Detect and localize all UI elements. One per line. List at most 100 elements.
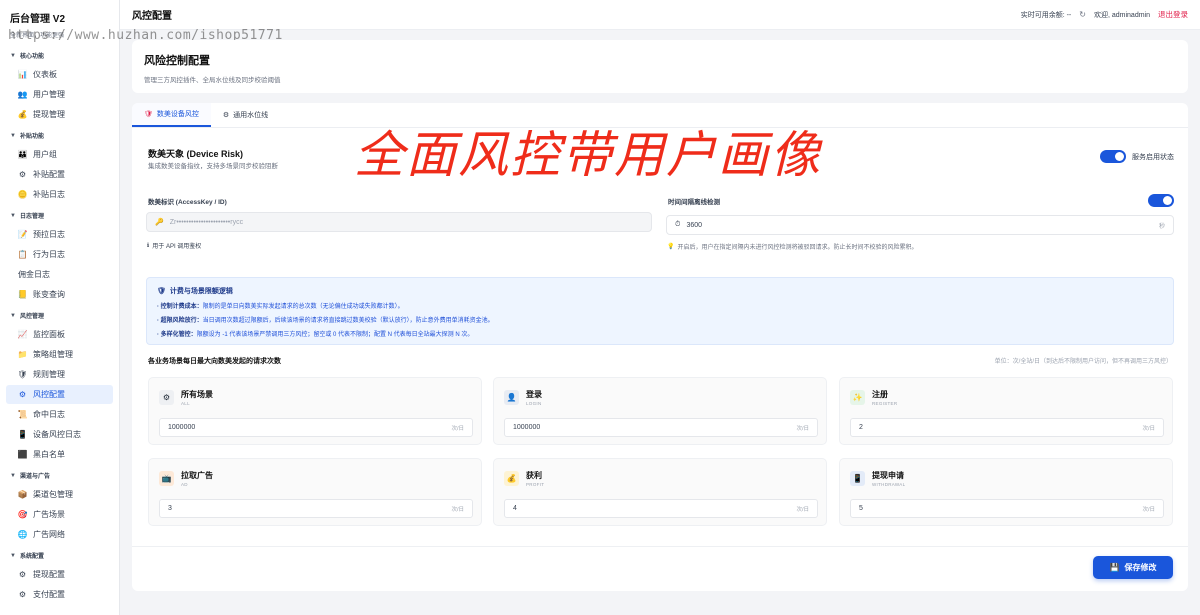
sidebar-item-label: 广告场景 <box>33 510 65 519</box>
sidebar-item-label: 策略组管理 <box>33 350 73 359</box>
notice-line-bold: · 控制计费成本： <box>157 304 203 310</box>
scene-limit-input[interactable]: 3 次/日 <box>159 499 473 518</box>
scene-limit-input[interactable]: 1000000 次/日 <box>504 418 818 437</box>
nav-group-label: 渠道与广告 <box>19 474 50 480</box>
trend-icon: 📈 <box>17 330 28 339</box>
scene-name: 登录 <box>526 390 542 399</box>
sidebar-item-commission-log[interactable]: 佣金日志 <box>6 265 113 284</box>
sidebar-item-label: 补贴配置 <box>33 170 65 179</box>
sidebar-item-balance-query[interactable]: 📒 账变查询 <box>6 285 113 304</box>
scene-code: REGISTER <box>872 401 898 406</box>
sidebar-item-label: 黑白名单 <box>33 450 65 459</box>
topbar-right: 实时可用余额: -- ↻ 欢迎, adminadmin 退出登录 <box>1021 9 1188 20</box>
refresh-icon[interactable]: ↻ <box>1079 10 1086 19</box>
interval-label: 时间间隔离线检测 <box>668 199 720 206</box>
group-icon: 👪 <box>17 150 28 159</box>
scene-name: 注册 <box>872 390 888 399</box>
sidebar-item-risk-config[interactable]: ⚙ 风控配置 <box>6 385 113 404</box>
logout-link[interactable]: 退出登录 <box>1158 9 1188 20</box>
clipboard-icon: 📋 <box>17 250 28 259</box>
service-enable-switch[interactable] <box>1100 150 1126 163</box>
sidebar-item-monitor[interactable]: 📈 监控面板 <box>6 325 113 344</box>
scene-limit-suffix: 次/日 <box>451 425 464 432</box>
sidebar-item-label: 规则管理 <box>33 370 65 379</box>
nav-group-system[interactable]: ▼ 系统配置 <box>0 545 119 564</box>
access-key-field[interactable]: 🔑 Zr••••••••••••••••••••••rycc <box>146 212 652 232</box>
header-subtitle: 管理三方风控插件、全局水位线及同步校验阈值 <box>144 77 281 84</box>
scene-limit-suffix: 次/日 <box>1142 506 1155 513</box>
nav-group-risk[interactable]: ▼ 风控管理 <box>0 305 119 324</box>
sidebar-item-label: 支付配置 <box>33 590 65 599</box>
nav-group-logs[interactable]: ▼ 日志管理 <box>0 205 119 224</box>
sidebar-item-label: 补贴日志 <box>33 190 65 199</box>
sidebar-item-channel-packages[interactable]: 📦 渠道包管理 <box>6 485 113 504</box>
sidebar: 后台管理 V2 全新界面，功能更强 ▼ 核心功能 📊 仪表板 👥 用户管理 💰 提现管理… <box>0 0 120 615</box>
bulb-icon: 💡 <box>667 244 675 250</box>
scene-limit-input[interactable]: 2 次/日 <box>850 418 1164 437</box>
sidebar-item-payment-config[interactable]: ⚙ 支付配置 <box>6 585 113 604</box>
sidebar-item-user-groups[interactable]: 👪 用户组 <box>6 145 113 164</box>
limits-unit-note: 单位：次/全站/日（到达后不限制用户访问，但不再调用三方风控） <box>994 359 1172 365</box>
notice-line-text: 限额设为 -1 代表该场景严禁调用三方风控；留空或 0 代表不限制；配置 N 代… <box>196 332 474 338</box>
brand-title: 后台管理 V2 <box>10 14 66 25</box>
notice-line-text: 当日调用次数超过限额后，后续该场景的请求将直接跳过数美校验（默认放行），防止意外… <box>202 318 494 324</box>
phone-icon: 📱 <box>17 430 28 439</box>
header-card: 风险控制配置 管理三方风控插件、全局水位线及同步校验阈值 <box>132 40 1188 93</box>
sidebar-item-label: 风控配置 <box>33 390 65 399</box>
nav-group-label: 系统配置 <box>19 554 44 560</box>
save-button[interactable]: 💾 保存修改 <box>1093 556 1173 579</box>
scene-limit-value: 5 <box>859 505 863 512</box>
interval-switch[interactable] <box>1148 194 1174 207</box>
sidebar-item-strategy-groups[interactable]: 📁 策略组管理 <box>6 345 113 364</box>
scene-limit-value: 1000000 <box>168 424 196 431</box>
sidebar-item-ad-networks[interactable]: 🌐 广告网络 <box>6 525 113 544</box>
sidebar-item-device-risk-log[interactable]: 📱 设备风控日志 <box>6 425 113 444</box>
user-icon: 👤 <box>504 390 519 405</box>
notice-line-text: 限制的是单日向数美实际发起请求的总次数（无论偏住成功或失败都计数）。 <box>202 304 404 310</box>
hint-text: 用于 API 调用鉴权 <box>152 244 202 250</box>
caret-down-icon: ▼ <box>10 552 16 559</box>
gear-icon: ⚙ <box>18 170 27 179</box>
scene-code: ALL <box>181 401 190 406</box>
sidebar-item-rules[interactable]: 🛡 规则管理 <box>6 365 113 384</box>
scene-limit-input[interactable]: 5 次/日 <box>850 499 1164 518</box>
nav-group-core[interactable]: ▼ 核心功能 <box>0 45 119 64</box>
sidebar-item-dashboard[interactable]: 📊 仪表板 <box>6 65 113 84</box>
access-key-value: Zr••••••••••••••••••••••rycc <box>169 218 244 226</box>
sidebar-item-subsidy-log[interactable]: 🪙 补贴日志 <box>6 185 113 204</box>
scene-name: 所有场景 <box>181 390 213 399</box>
nav-group-subsidy[interactable]: ▼ 补贴功能 <box>0 125 119 144</box>
billing-notice: 🛡 计费与场景限额逻辑 · 控制计费成本：限制的是单日向数美实际发起请求的总次数… <box>146 277 1174 345</box>
scene-limit-suffix: 次/日 <box>796 506 809 513</box>
sidebar-item-prefetch-log[interactable]: 📝 预拉日志 <box>6 225 113 244</box>
tab-shumei-device-risk[interactable]: 🛡 数美设备风控 <box>132 103 211 127</box>
notice-line-bold: · 超限风险放行： <box>157 318 203 324</box>
scene-code: WITHDRAWAL <box>872 482 906 487</box>
sidebar-item-label: 佣金日志 <box>18 270 50 279</box>
coin-icon: 🪙 <box>17 190 28 199</box>
sidebar-item-withdrawals[interactable]: 💰 提现管理 <box>6 105 113 124</box>
header-title: 风险控制配置 <box>144 55 210 67</box>
tab-watermark[interactable]: ⚙ 通用水位线 <box>211 103 280 127</box>
sparkle-icon: ✨ <box>850 390 865 405</box>
sidebar-item-users[interactable]: 👥 用户管理 <box>6 85 113 104</box>
sidebar-item-subsidy-config[interactable]: ⚙ 补贴配置 <box>6 165 113 184</box>
sidebar-item-hit-log[interactable]: 📜 命中日志 <box>6 405 113 424</box>
sidebar-item-ad-scenes[interactable]: 🎯 广告场景 <box>6 505 113 524</box>
scene-limit-value: 1000000 <box>513 424 541 431</box>
sidebar-item-label: 提现配置 <box>33 570 65 579</box>
scene-limit-input[interactable]: 4 次/日 <box>504 499 818 518</box>
nav-group-channels[interactable]: ▼ 渠道与广告 <box>0 465 119 484</box>
interval-field[interactable]: ⏱ 3600 秒 <box>666 215 1174 235</box>
sidebar-item-black-white-list[interactable]: ⬛ 黑白名单 <box>6 445 113 464</box>
shield-icon: 🛡 <box>144 111 153 118</box>
scene-limit-input[interactable]: 1000000 次/日 <box>159 418 473 437</box>
access-key-label: 数美标识 (AccessKey / ID) <box>148 199 227 206</box>
sidebar-item-label: 仪表板 <box>33 70 57 79</box>
sidebar-item-label: 命中日志 <box>33 410 65 419</box>
sidebar-item-withdraw-config[interactable]: ⚙ 提现配置 <box>6 565 113 584</box>
scene-name: 提现申请 <box>872 471 904 480</box>
caret-down-icon: ▼ <box>10 132 16 139</box>
sidebar-item-behavior-log[interactable]: 📋 行为日志 <box>6 245 113 264</box>
tab-label: 通用水位线 <box>233 112 269 119</box>
